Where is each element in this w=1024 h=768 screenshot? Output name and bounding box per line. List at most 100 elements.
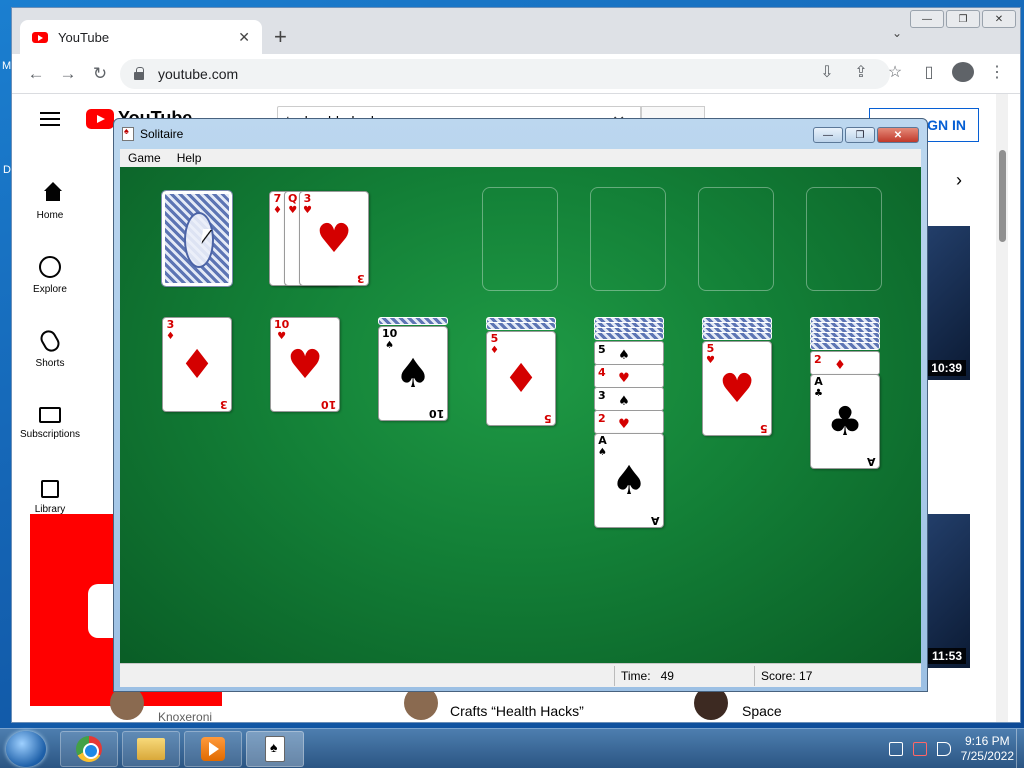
page-scrollbar[interactable] xyxy=(996,94,1008,722)
video-thumbnail[interactable]: 11:53 xyxy=(924,514,970,668)
new-tab-button[interactable]: + xyxy=(274,24,287,50)
card-rank: 5 xyxy=(544,412,552,425)
forward-button[interactable]: → xyxy=(52,64,84,84)
card-rank: 3 xyxy=(220,398,228,411)
time-label: Time: xyxy=(621,669,651,683)
score-display: Score: 17 xyxy=(761,669,812,683)
card-suit-icon: ♣ xyxy=(827,399,863,445)
playing-card[interactable]: 3 ♥ ♥ 3 xyxy=(299,191,369,286)
profile-avatar[interactable] xyxy=(952,62,974,87)
playing-card[interactable]: 2 ♥ xyxy=(594,410,664,434)
sidebar-item-explore[interactable]: Explore xyxy=(12,238,88,312)
sidebar-item-label: Shorts xyxy=(35,357,65,369)
foundation-slot[interactable] xyxy=(482,187,558,291)
youtube-favicon-icon xyxy=(32,31,48,43)
maximize-button[interactable]: ❐ xyxy=(946,10,980,28)
playing-card[interactable]: 4 ♥ xyxy=(594,364,664,388)
clock-date: 7/25/2022 xyxy=(960,749,1014,763)
card-suit-icon: ♠ xyxy=(618,348,640,363)
taskbar-item-chrome[interactable] xyxy=(60,731,118,767)
card-rank: 10 xyxy=(428,407,444,420)
score-label: Score: xyxy=(761,669,796,683)
sidebar-item-home[interactable]: Home xyxy=(12,164,88,238)
action-center-flag-icon[interactable] xyxy=(912,742,927,756)
solitaire-titlebar[interactable]: Solitaire xyxy=(122,126,183,141)
channel-name[interactable]: Knoxeroni xyxy=(158,710,212,722)
network-icon[interactable] xyxy=(888,742,903,756)
playing-card[interactable]: 5 ♠ xyxy=(594,341,664,365)
video-thumbnail[interactable]: 10:39 xyxy=(924,226,970,380)
card-rank: Q ♥ xyxy=(288,192,298,217)
card-rank: 10 ♠ xyxy=(382,327,398,352)
toolbar-actions: ⇩ ⇪ ☆ ▯ ⋮ xyxy=(816,62,1008,87)
chrome-icon xyxy=(76,736,102,762)
time-display: Time: 49 xyxy=(621,669,674,683)
status-divider xyxy=(614,666,615,686)
sidebar-item-subscriptions[interactable]: Subscriptions xyxy=(12,386,88,460)
sidebar-item-label: Subscriptions xyxy=(19,428,81,440)
foundation-slot[interactable] xyxy=(806,187,882,291)
tab-search-chevron-icon[interactable]: ⌄ xyxy=(892,26,902,40)
menu-game[interactable]: Game xyxy=(128,151,161,165)
address-bar[interactable]: youtube.com xyxy=(120,59,890,89)
clock[interactable]: 9:16 PM 7/25/2022 xyxy=(961,734,1014,764)
playing-card[interactable]: 10 ♥ ♥ 10 xyxy=(270,317,340,412)
card-rank: 7 ♦ xyxy=(273,192,282,217)
start-button[interactable] xyxy=(6,731,46,767)
card-rank: A xyxy=(867,455,876,468)
video-title[interactable]: Space xyxy=(742,703,782,719)
taskbar-item-solitaire[interactable] xyxy=(246,731,304,767)
sidebar-item-shorts[interactable]: Shorts xyxy=(12,312,88,386)
card-suit-icon: ♦ xyxy=(179,342,215,388)
back-button[interactable]: ← xyxy=(20,64,52,84)
card-suit-icon: ♠ xyxy=(611,458,647,504)
taskbar-item-media-player[interactable] xyxy=(184,731,242,767)
playing-card[interactable]: A ♠ ♠ A xyxy=(594,433,664,528)
person-icon xyxy=(952,62,974,82)
foundation-slot[interactable] xyxy=(698,187,774,291)
foundation-slot[interactable] xyxy=(590,187,666,291)
minimize-button[interactable]: — xyxy=(910,10,944,28)
playing-card[interactable]: 5 ♥ ♥ 5 xyxy=(702,341,772,436)
taskbar: 9:16 PM 7/25/2022 xyxy=(0,728,1024,768)
playing-card[interactable]: 10 ♠ ♠ 10 xyxy=(378,326,448,421)
playing-card[interactable]: 3 ♦ ♦ 3 xyxy=(162,317,232,412)
tab-youtube[interactable]: YouTube ✕ xyxy=(20,20,262,54)
close-button[interactable]: ✕ xyxy=(877,127,919,143)
chrome-menu-icon[interactable]: ⋮ xyxy=(986,62,1008,87)
bookmark-star-icon[interactable]: ☆ xyxy=(884,62,906,87)
url-text: youtube.com xyxy=(158,66,239,82)
maximize-button[interactable]: ❐ xyxy=(845,127,875,143)
install-app-icon[interactable]: ⇩ xyxy=(816,62,838,87)
tab-close-icon[interactable]: ✕ xyxy=(238,29,250,46)
playing-card[interactable]: A ♣ ♣ A xyxy=(810,374,880,469)
menu-help[interactable]: Help xyxy=(177,151,202,165)
game-board[interactable]: 7♦♦7Q♥♥Q3♥♥3 3♦♦310♥♥1010♠♠105♦♦55♠4♥3♠2… xyxy=(120,167,921,663)
card-rank: A ♠ xyxy=(598,434,607,459)
playing-card[interactable]: 5 ♦ ♦ 5 xyxy=(486,331,556,426)
volume-icon[interactable] xyxy=(936,742,951,756)
youtube-play-icon xyxy=(86,108,114,129)
playing-card[interactable]: 3 ♠ xyxy=(594,387,664,411)
toolbar: ← → ↻ youtube.com ⇩ ⇪ ☆ ▯ ⋮ xyxy=(12,54,1020,94)
share-icon[interactable]: ⇪ xyxy=(850,62,872,87)
compass-icon xyxy=(39,255,61,278)
card-rank: 3 xyxy=(357,272,365,285)
minimize-button[interactable]: — xyxy=(813,127,843,143)
reload-button[interactable]: ↻ xyxy=(84,64,116,84)
taskbar-item-explorer[interactable] xyxy=(122,731,180,767)
show-desktop-button[interactable] xyxy=(1016,729,1024,768)
desktop-icon-label: D xyxy=(3,164,11,176)
menu-icon[interactable] xyxy=(40,112,60,126)
face-down-card xyxy=(486,322,556,330)
side-panel-icon[interactable]: ▯ xyxy=(918,62,940,87)
video-title[interactable]: Crafts “Health Hacks” xyxy=(450,703,584,719)
stock-pile[interactable] xyxy=(161,190,233,287)
lock-icon[interactable] xyxy=(134,67,144,80)
time-value: 49 xyxy=(660,669,674,683)
playing-card[interactable]: 2 ♦ xyxy=(810,351,880,375)
chevron-right-icon[interactable]: › xyxy=(956,170,962,191)
close-window-button[interactable]: ✕ xyxy=(982,10,1016,28)
video-duration: 11:53 xyxy=(927,648,966,664)
video-duration: 10:39 xyxy=(927,360,966,376)
